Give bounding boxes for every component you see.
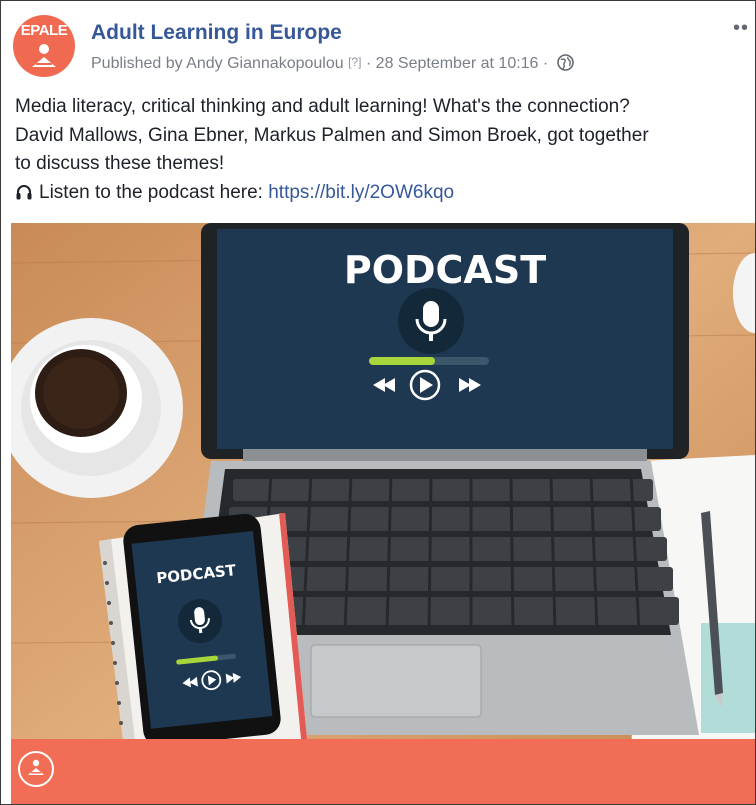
listen-prefix: Listen to the podcast here: (39, 181, 269, 203)
laptop-podcast-title: PODCAST (344, 248, 546, 292)
post-meta: Published by Andy Giannakopoulou [?] · 2… (91, 54, 574, 76)
avatar-brand-text: EPALE (20, 22, 68, 39)
brand-banner (11, 739, 755, 804)
headphones-icon (15, 182, 33, 211)
post-timestamp[interactable]: 28 September at 10:16 (376, 55, 539, 72)
meta-separator: · (365, 55, 372, 72)
post-image[interactable]: PODCAST PODCAST (11, 223, 755, 804)
post-listen-line: Listen to the podcast here: https://bit.… (15, 179, 750, 211)
epale-banner-icon (18, 751, 54, 787)
post-message: Media literacy, critical thinking and ad… (15, 93, 750, 210)
post-text-line: to discuss these themes! (15, 153, 225, 174)
globe-icon[interactable] (556, 54, 574, 76)
more-options-button[interactable]: •• (733, 18, 749, 38)
post-text-line: David Mallows, Gina Ebner, Markus Palmen… (15, 124, 649, 146)
meta-separator-2: · (542, 55, 549, 72)
page-avatar[interactable]: EPALE (13, 15, 75, 77)
page-name-link[interactable]: Adult Learning in Europe (91, 21, 342, 45)
laptop-progress-fill (369, 357, 435, 365)
published-by[interactable]: Published by Andy Giannakopoulou (91, 55, 344, 72)
facebook-post: EPALE Adult Learning in Europe Published… (0, 0, 756, 805)
epale-logo-icon (32, 44, 56, 67)
ellipsis-icon: •• (732, 17, 749, 39)
post-text-line: Media literacy, critical thinking and ad… (15, 96, 630, 117)
podcast-link[interactable]: https://bit.ly/2OW6kqo (268, 182, 454, 203)
help-marker[interactable]: [?] (348, 55, 361, 69)
podcast-desk-illustration: PODCAST PODCAST (11, 223, 755, 804)
